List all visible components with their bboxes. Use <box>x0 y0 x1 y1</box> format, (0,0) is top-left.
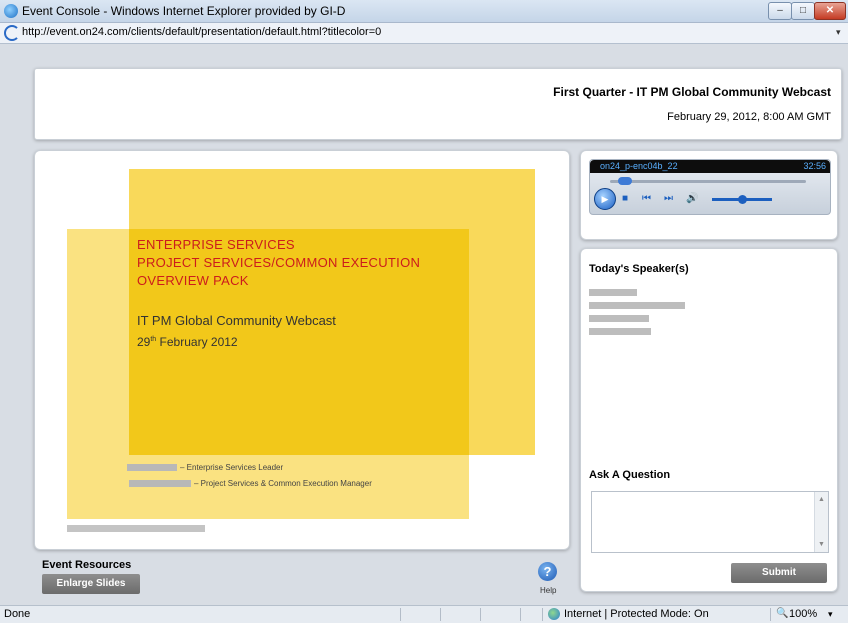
page-loading-icon <box>4 25 20 41</box>
presenter-line: – Enterprise Services Leader <box>127 463 283 472</box>
security-zone[interactable]: Internet | Protected Mode: On <box>564 608 709 620</box>
presenter-role: – Project Services & Common Execution Ma… <box>194 479 372 488</box>
media-player: on24_p-enc04b_22 32:56 ▶ ■ ⏮ ⏭ 🔊 <box>589 159 831 215</box>
internet-zone-icon <box>548 608 560 620</box>
redacted-speaker <box>589 289 637 296</box>
redacted-speaker <box>589 302 685 309</box>
question-scrollbar[interactable]: ▲ ▼ <box>814 492 828 552</box>
redacted-name <box>127 464 177 472</box>
volume-handle[interactable] <box>738 195 747 204</box>
status-divider <box>440 608 441 621</box>
ie-logo-icon <box>4 4 18 18</box>
presenter-line: – Project Services & Common Execution Ma… <box>129 479 372 488</box>
player-time: 32:56 <box>803 161 826 171</box>
slide-date-rest: February 2012 <box>159 335 238 349</box>
address-dropdown-icon[interactable]: ▾ <box>836 27 841 38</box>
address-url[interactable]: http://event.on24.com/clients/default/pr… <box>22 26 812 38</box>
event-date: February 29, 2012, 8:00 AM GMT <box>667 111 831 123</box>
window-title: Event Console - Windows Internet Explore… <box>22 4 346 18</box>
zoom-icon[interactable]: 🔍 <box>776 608 788 619</box>
slide-date-suffix: th <box>150 336 157 343</box>
event-title: First Quarter - IT PM Global Community W… <box>553 85 831 99</box>
sidebar-panel: Today's Speaker(s) Ask A Question ▲ ▼ Su… <box>580 248 838 592</box>
volume-slider[interactable] <box>712 195 772 204</box>
redacted-speaker <box>589 328 651 335</box>
close-button[interactable]: ✕ <box>814 2 846 20</box>
previous-icon[interactable]: ⏮ <box>642 194 651 204</box>
slide-heading-line: PROJECT SERVICES/COMMON EXECUTION <box>137 255 421 270</box>
status-bar: Done Internet | Protected Mode: On 🔍 100… <box>0 605 848 623</box>
event-resources-title: Event Resources <box>42 559 132 571</box>
redacted-name <box>129 480 191 488</box>
presenter-role: – Enterprise Services Leader <box>180 463 284 472</box>
slide-subtitle: IT PM Global Community Webcast <box>137 313 336 328</box>
submit-button[interactable]: Submit <box>731 563 827 583</box>
status-divider <box>770 608 771 621</box>
status-divider <box>480 608 481 621</box>
enlarge-slides-button[interactable]: Enlarge Slides <box>42 574 140 594</box>
status-divider <box>400 608 401 621</box>
help-icon[interactable]: ? <box>538 562 557 581</box>
volume-icon[interactable]: 🔊 <box>686 194 698 204</box>
status-text: Done <box>4 608 31 620</box>
slide-date: 29th February 2012 <box>137 335 238 349</box>
next-icon[interactable]: ⏭ <box>664 194 673 204</box>
page-viewport: First Quarter - IT PM Global Community W… <box>0 44 848 605</box>
speaker-list <box>589 289 685 341</box>
ask-question-title: Ask A Question <box>589 469 671 481</box>
minimize-button[interactable]: – <box>768 2 792 20</box>
player-info-bar: on24_p-enc04b_22 32:56 <box>590 160 830 173</box>
zoom-dropdown-icon[interactable]: ▾ <box>828 609 833 620</box>
play-button[interactable]: ▶ <box>594 188 616 210</box>
help-label[interactable]: Help <box>540 586 556 595</box>
question-input[interactable]: ▲ ▼ <box>591 491 829 553</box>
status-divider <box>542 608 543 621</box>
speakers-title: Today's Speaker(s) <box>589 263 689 275</box>
address-bar[interactable]: http://event.on24.com/clients/default/pr… <box>0 23 848 44</box>
window-titlebar: Event Console - Windows Internet Explore… <box>0 0 848 23</box>
player-file-name: on24_p-enc04b_22 <box>600 161 678 171</box>
scroll-up-icon[interactable]: ▲ <box>818 496 825 503</box>
maximize-button[interactable]: □ <box>791 2 815 20</box>
zoom-level[interactable]: 100% <box>789 608 817 620</box>
scroll-down-icon[interactable]: ▼ <box>818 541 825 548</box>
media-player-panel: on24_p-enc04b_22 32:56 ▶ ■ ⏮ ⏭ 🔊 <box>580 150 838 240</box>
slide-heading-line: OVERVIEW PACK <box>137 273 249 288</box>
seek-handle[interactable] <box>617 177 632 185</box>
seek-bar[interactable] <box>610 177 806 185</box>
event-header: First Quarter - IT PM Global Community W… <box>34 68 842 140</box>
status-divider <box>520 608 521 621</box>
slide-viewer: ENTERPRISE SERVICES PROJECT SERVICES/COM… <box>34 150 570 550</box>
redacted-footer <box>67 525 205 532</box>
slide-date-day: 29 <box>137 335 151 349</box>
slide: ENTERPRISE SERVICES PROJECT SERVICES/COM… <box>35 151 569 549</box>
stop-icon[interactable]: ■ <box>622 194 628 204</box>
redacted-speaker <box>589 315 649 322</box>
slide-heading-line: ENTERPRISE SERVICES <box>137 237 295 252</box>
